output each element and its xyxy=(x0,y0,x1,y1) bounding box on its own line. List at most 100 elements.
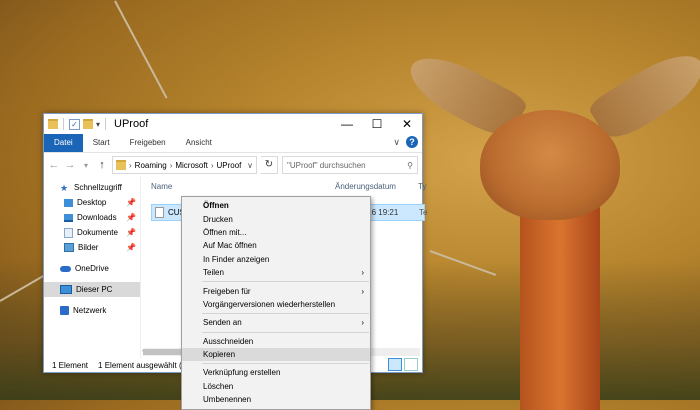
desktop-icon xyxy=(64,198,73,207)
menu-item-label: Kopieren xyxy=(203,350,236,360)
menu-item-label: Freigeben für xyxy=(203,286,251,296)
wallpaper-twig xyxy=(114,0,168,99)
pictures-icon xyxy=(64,243,74,252)
computer-icon xyxy=(60,285,72,294)
pin-icon: 📌 xyxy=(126,213,136,222)
menu-separator xyxy=(202,281,369,283)
nav-item-label: Netzwerk xyxy=(73,306,107,315)
pin-icon: 📌 xyxy=(126,228,136,237)
details-view-icon[interactable] xyxy=(388,358,402,371)
breadcrumb-roaming[interactable]: Roaming xyxy=(135,161,167,170)
nav-item-desktop[interactable]: Desktop 📌 xyxy=(44,195,140,210)
menu-item-senden-an[interactable]: Senden an › xyxy=(182,316,370,329)
address-history-chevron-icon[interactable]: ∨ xyxy=(247,161,253,170)
breadcrumb-separator-icon[interactable]: › xyxy=(211,161,214,170)
file-type: Te xyxy=(419,208,428,217)
breadcrumb-uproof[interactable]: UProof xyxy=(216,161,241,170)
refresh-icon[interactable]: ↻ xyxy=(261,156,278,174)
nav-item-label: Schnellzugriff xyxy=(74,183,122,192)
breadcrumb-separator-icon: › xyxy=(129,160,132,170)
menu-item-label: Verknüpfung erstellen xyxy=(203,368,281,378)
view-toggle xyxy=(388,358,418,371)
network-icon xyxy=(60,306,69,315)
maximize-button[interactable]: ☐ xyxy=(362,114,392,134)
cloud-icon xyxy=(60,265,71,272)
nav-item-label: Downloads xyxy=(77,213,117,222)
column-header-name[interactable]: Name xyxy=(151,182,172,191)
close-button[interactable]: ✕ xyxy=(392,114,422,134)
properties-icon[interactable]: ✓ xyxy=(69,118,80,130)
nav-item-network[interactable]: Netzwerk xyxy=(44,303,140,318)
folder-icon xyxy=(48,119,58,129)
nav-item-label: Bilder xyxy=(78,243,99,252)
navigation-pane: ★ Schnellzugriff Desktop 📌 Downloads 📌 D… xyxy=(44,176,141,358)
submenu-arrow-icon: › xyxy=(361,318,364,328)
nav-item-pictures[interactable]: Bilder 📌 xyxy=(44,240,140,255)
submenu-arrow-icon: › xyxy=(361,268,364,278)
file-icon xyxy=(155,207,164,218)
menu-item-label: Ausschneiden xyxy=(203,336,254,346)
up-arrow-icon[interactable]: ↑ xyxy=(96,159,108,171)
menu-item-vorgängerversionen-wiederherstellen[interactable]: Vorgängerversionen wiederherstellen xyxy=(182,298,370,311)
tab-share[interactable]: Freigeben xyxy=(120,134,176,152)
downloads-icon xyxy=(64,213,73,222)
menu-item-ausschneiden[interactable]: Ausschneiden xyxy=(182,335,370,348)
menu-item-kopieren[interactable]: Kopieren xyxy=(182,347,370,362)
back-arrow-icon[interactable]: ← xyxy=(48,159,60,171)
navigation-bar: ← → ▾ ↑ › Roaming › Microsoft › UProof ∨… xyxy=(44,153,422,177)
pin-icon: 📌 xyxy=(126,243,136,252)
ribbon-right-controls: ∨ ? xyxy=(393,136,418,148)
minimize-button[interactable]: — xyxy=(332,114,362,134)
menu-item-teilen[interactable]: Teilen › xyxy=(182,266,370,279)
search-input[interactable]: "UProof" durchsuchen ⚲ xyxy=(282,156,418,174)
toolbar-divider xyxy=(63,118,64,130)
folder-icon xyxy=(116,160,126,170)
menu-item-label: Löschen xyxy=(203,381,234,391)
nav-item-quick-access[interactable]: ★ Schnellzugriff xyxy=(44,180,140,195)
expand-ribbon-chevron-icon[interactable]: ∨ xyxy=(393,137,400,148)
nav-item-this-pc[interactable]: Dieser PC xyxy=(44,282,140,297)
submenu-arrow-icon: › xyxy=(361,286,364,296)
ribbon-tabs: Datei Start Freigeben Ansicht ∨ ? xyxy=(44,134,422,153)
new-folder-icon[interactable] xyxy=(83,119,93,129)
search-placeholder: "UProof" durchsuchen xyxy=(287,160,366,170)
address-bar[interactable]: › Roaming › Microsoft › UProof ∨ xyxy=(112,156,257,174)
breadcrumb-microsoft[interactable]: Microsoft xyxy=(175,161,207,170)
status-item-count: 1 Element xyxy=(52,360,89,370)
star-icon: ★ xyxy=(60,182,69,193)
tab-view[interactable]: Ansicht xyxy=(176,134,222,152)
menu-item-auf-mac-öffnen[interactable]: Auf Mac öffnen xyxy=(182,239,370,252)
help-icon[interactable]: ? xyxy=(406,136,418,148)
nav-item-onedrive[interactable]: OneDrive xyxy=(44,261,140,276)
column-header-type[interactable]: Ty xyxy=(418,182,426,191)
tab-file[interactable]: Datei xyxy=(44,134,83,152)
nav-item-downloads[interactable]: Downloads 📌 xyxy=(44,210,140,225)
menu-item-drucken[interactable]: Drucken xyxy=(182,212,370,225)
context-menu: Öffnen Drucken Öffnen mit... Auf Mac öffnen… xyxy=(181,196,371,410)
menu-item-label: In Finder anzeigen xyxy=(203,254,270,264)
tab-start[interactable]: Start xyxy=(83,134,120,152)
menu-item-freigeben-für[interactable]: Freigeben für › xyxy=(182,284,370,297)
menu-item-öffnen-mit[interactable]: Öffnen mit... xyxy=(182,226,370,239)
large-icons-view-icon[interactable] xyxy=(404,358,418,371)
breadcrumb-separator-icon[interactable]: › xyxy=(170,161,173,170)
menu-item-verknüpfung-erstellen[interactable]: Verknüpfung erstellen xyxy=(182,366,370,379)
title-bar[interactable]: ✓ ▾ UProof — ☐ ✕ xyxy=(44,114,422,134)
nav-item-documents[interactable]: Dokumente 📌 xyxy=(44,225,140,240)
menu-item-öffnen[interactable]: Öffnen xyxy=(182,199,370,212)
menu-item-löschen[interactable]: Löschen xyxy=(182,380,370,393)
customize-toolbar-chevron-icon[interactable]: ▾ xyxy=(96,120,100,129)
menu-item-label: Öffnen xyxy=(203,201,229,211)
column-header-date[interactable]: Änderungsdatum xyxy=(335,182,396,191)
nav-item-label: Dieser PC xyxy=(76,285,113,294)
menu-separator xyxy=(202,313,369,315)
menu-item-in-finder-anzeigen[interactable]: In Finder anzeigen xyxy=(182,253,370,266)
search-icon: ⚲ xyxy=(407,160,413,170)
recent-locations-chevron-icon[interactable]: ▾ xyxy=(80,161,92,170)
status-selection: 1 Element ausgewählt (2 E xyxy=(98,360,194,370)
menu-item-label: Öffnen mit... xyxy=(203,227,247,237)
column-headers: Name Änderungsdatum Ty xyxy=(141,176,426,196)
wallpaper-gazelle-head xyxy=(480,110,620,220)
menu-separator xyxy=(202,331,369,333)
forward-arrow-icon[interactable]: → xyxy=(64,159,76,171)
